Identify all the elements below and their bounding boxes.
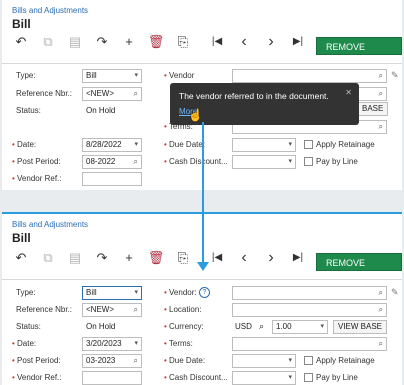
apply-retainage-checkbox[interactable] bbox=[304, 356, 313, 365]
type-label: Type: bbox=[16, 71, 36, 80]
post-period-field[interactable]: 03-2023 ⌕ bbox=[82, 354, 142, 368]
due-date-label: Due Date: bbox=[164, 140, 205, 149]
view-base-button[interactable]: VIEW BASE bbox=[333, 320, 388, 334]
type-label: Type: bbox=[16, 288, 36, 297]
page-title: Bill bbox=[12, 231, 31, 245]
vendor-info-icon[interactable]: ? bbox=[199, 287, 210, 298]
next-record-icon[interactable]: › bbox=[262, 33, 280, 51]
type-select[interactable]: Bill ▾ bbox=[82, 69, 142, 83]
date-label: Date: bbox=[12, 339, 36, 348]
vendor-ref-field[interactable] bbox=[82, 172, 142, 186]
delete-icon[interactable]: 🗑 bbox=[147, 33, 165, 51]
breadcrumb[interactable]: Bills and Adjustments bbox=[12, 6, 88, 15]
undo-icon[interactable]: ↶ bbox=[12, 249, 30, 267]
vendor-label: Vendor bbox=[164, 71, 194, 80]
pay-by-line-checkbox[interactable] bbox=[304, 373, 313, 382]
currency-value[interactable]: USD bbox=[235, 322, 252, 331]
redo-icon[interactable]: ↷ bbox=[93, 249, 111, 267]
due-date-field[interactable]: ▾ bbox=[232, 354, 296, 368]
toolbar: ↶ ⧉ ▤ ↷ + 🗑 ⎘ |◀ ‹ › ▶| REMOVE HOLD bbox=[2, 33, 402, 70]
edit-vendor-icon[interactable]: ✎ bbox=[391, 70, 399, 81]
toolbar-divider bbox=[2, 63, 402, 64]
status-value: On Hold bbox=[86, 322, 116, 331]
previous-record-icon[interactable]: ‹ bbox=[235, 33, 253, 51]
delete-icon[interactable]: 🗑 bbox=[147, 249, 165, 267]
copy-icon[interactable]: ⧉ bbox=[39, 249, 57, 267]
vendor-ref-field[interactable] bbox=[82, 371, 142, 385]
currency-search-icon[interactable]: ⌕ bbox=[259, 321, 264, 332]
terms-label: Terms: bbox=[164, 339, 193, 348]
hand-cursor-icon: ☝ bbox=[188, 108, 203, 122]
post-period-field[interactable]: 08-2022 ⌕ bbox=[82, 155, 142, 169]
type-select[interactable]: Bill ▾ bbox=[82, 286, 142, 300]
transition-arrow-head bbox=[197, 262, 209, 271]
status-label: Status: bbox=[16, 322, 41, 331]
location-label: Location: bbox=[164, 305, 201, 314]
previous-record-icon[interactable]: ‹ bbox=[235, 249, 253, 267]
vendor-label: Vendor: bbox=[164, 288, 197, 297]
cash-discount-label: Cash Discount... bbox=[164, 157, 228, 166]
date-field[interactable]: 8/28/2022 ▾ bbox=[82, 138, 142, 152]
currency-rate-field[interactable]: 1.00 ▾ bbox=[272, 320, 328, 334]
post-period-label: Post Period: bbox=[12, 356, 61, 365]
cash-discount-field[interactable]: ▾ bbox=[232, 371, 296, 385]
page-title: Bill bbox=[12, 17, 31, 31]
breadcrumb[interactable]: Bills and Adjustments bbox=[12, 220, 88, 229]
terms-field[interactable]: ⌕ bbox=[232, 337, 387, 351]
copy-paste-icon[interactable]: ⎘ bbox=[174, 249, 192, 267]
status-label: Status: bbox=[16, 106, 41, 115]
next-record-icon[interactable]: › bbox=[262, 249, 280, 267]
tooltip-close-icon[interactable]: ✕ bbox=[345, 88, 352, 97]
undo-icon[interactable]: ↶ bbox=[12, 33, 30, 51]
location-field[interactable]: ⌕ bbox=[232, 303, 387, 317]
tooltip-text: The vendor referred to in the document. bbox=[179, 91, 329, 101]
vendor-field[interactable]: ⌕ bbox=[232, 69, 387, 83]
copy-icon[interactable]: ⧉ bbox=[39, 33, 57, 51]
last-record-icon[interactable]: ▶| bbox=[289, 33, 307, 51]
cash-discount-field[interactable]: ▾ bbox=[232, 155, 296, 169]
apply-retainage-label: Apply Retainage bbox=[316, 140, 375, 149]
save-icon[interactable]: ▤ bbox=[66, 249, 84, 267]
remove-hold-button[interactable]: REMOVE HOLD bbox=[316, 37, 402, 70]
reference-number-label: Reference Nbr.: bbox=[16, 89, 73, 98]
copy-paste-icon[interactable]: ⎘ bbox=[174, 33, 192, 51]
reference-number-label: Reference Nbr.: bbox=[16, 305, 73, 314]
cash-discount-label: Cash Discount... bbox=[164, 373, 228, 382]
date-label: Date: bbox=[12, 140, 36, 149]
first-record-icon[interactable]: |◀ bbox=[208, 249, 226, 267]
apply-retainage-checkbox[interactable] bbox=[304, 140, 313, 149]
transition-arrow-line bbox=[202, 122, 204, 264]
add-icon[interactable]: + bbox=[120, 33, 138, 51]
date-field[interactable]: 3/20/2023 ▾ bbox=[82, 337, 142, 351]
add-icon[interactable]: + bbox=[120, 249, 138, 267]
first-record-icon[interactable]: |◀ bbox=[208, 33, 226, 51]
vendor-ref-label: Vendor Ref.: bbox=[12, 174, 61, 183]
save-icon[interactable]: ▤ bbox=[66, 33, 84, 51]
reference-number-field[interactable]: <NEW> ⌕ bbox=[82, 303, 142, 317]
pay-by-line-label: Pay by Line bbox=[316, 373, 358, 382]
status-value: On Hold bbox=[86, 106, 116, 115]
remove-hold-button[interactable]: REMOVE HOLD bbox=[316, 253, 402, 286]
redo-icon[interactable]: ↷ bbox=[93, 33, 111, 51]
due-date-field[interactable]: ▾ bbox=[232, 138, 296, 152]
reference-number-field[interactable]: <NEW> ⌕ bbox=[82, 87, 142, 101]
pay-by-line-label: Pay by Line bbox=[316, 157, 358, 166]
vendor-ref-label: Vendor Ref.: bbox=[12, 373, 61, 382]
apply-retainage-label: Apply Retainage bbox=[316, 356, 375, 365]
currency-label: Currency: bbox=[164, 322, 204, 331]
last-record-icon[interactable]: ▶| bbox=[289, 249, 307, 267]
pay-by-line-checkbox[interactable] bbox=[304, 157, 313, 166]
edit-vendor-icon[interactable]: ✎ bbox=[391, 287, 399, 298]
base-button[interactable]: BASE bbox=[357, 102, 389, 116]
toolbar-divider bbox=[2, 279, 402, 280]
post-period-label: Post Period: bbox=[12, 157, 61, 166]
due-date-label: Due Date: bbox=[164, 356, 205, 365]
vendor-field[interactable]: ⌕ bbox=[232, 286, 387, 300]
